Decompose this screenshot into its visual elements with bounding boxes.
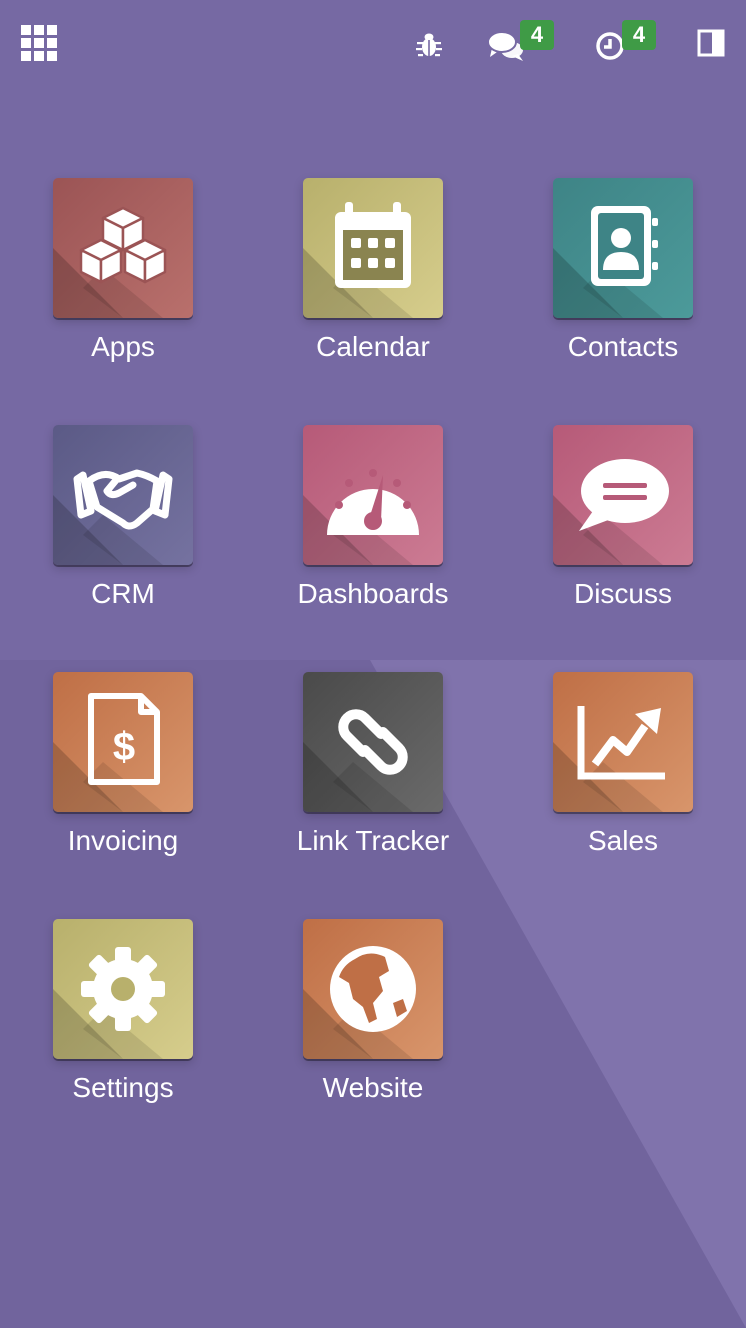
sidebar-toggle-icon — [697, 29, 725, 57]
top-bar: 4 4 — [0, 0, 746, 86]
globe-icon — [330, 946, 416, 1032]
activities-badge: 4 — [622, 20, 656, 50]
gauge-icon — [327, 469, 419, 535]
app-sales[interactable]: Sales — [533, 672, 713, 872]
chat-icon — [488, 31, 523, 61]
app-invoicing[interactable]: $ Invoicing — [33, 672, 213, 872]
app-label-invoicing: Invoicing — [67, 825, 179, 856]
app-website[interactable]: Website — [283, 919, 463, 1119]
app-label-contacts: Contacts — [567, 331, 679, 362]
dashboards-tile — [303, 425, 443, 565]
bug-icon — [416, 33, 442, 57]
trend-chart-icon — [577, 706, 665, 780]
app-label-link-tracker: Link Tracker — [296, 825, 450, 856]
app-discuss[interactable]: Discuss — [533, 425, 713, 625]
app-settings[interactable]: Settings — [33, 919, 213, 1119]
app-label-crm: CRM — [91, 578, 155, 609]
svg-text:$: $ — [113, 725, 135, 769]
settings-tile — [53, 919, 193, 1059]
app-label-website: Website — [322, 1072, 424, 1103]
app-label-dashboards: Dashboards — [297, 578, 449, 609]
app-label-settings: Settings — [72, 1072, 174, 1103]
contacts-tile — [553, 178, 693, 318]
invoicing-tile: $ — [53, 672, 193, 812]
app-link-tracker[interactable]: Link Tracker — [283, 672, 463, 872]
chain-link-icon — [338, 709, 408, 775]
app-calendar[interactable]: Calendar — [283, 178, 463, 378]
app-contacts[interactable]: Contacts — [533, 178, 713, 378]
speech-bubble-icon — [579, 459, 669, 531]
invoice-dollar-icon: $ — [88, 693, 160, 785]
app-label-sales: Sales — [587, 825, 659, 856]
sidebar-toggle-button[interactable] — [694, 26, 728, 60]
gear-icon — [81, 947, 165, 1031]
messages-badge: 4 — [520, 20, 554, 50]
cubes-icon — [79, 206, 167, 284]
app-label-discuss: Discuss — [573, 578, 672, 609]
app-apps[interactable]: Apps — [33, 178, 213, 378]
contact-book-icon — [591, 206, 658, 286]
sales-tile — [553, 672, 693, 812]
calendar-tile — [303, 178, 443, 318]
app-label-apps: Apps — [91, 331, 155, 362]
discuss-tile — [553, 425, 693, 565]
app-menu-button[interactable] — [18, 22, 60, 64]
clock-icon — [596, 32, 624, 60]
app-label-calendar: Calendar — [316, 331, 430, 362]
handshake-icon — [73, 469, 173, 530]
calendar-icon — [335, 202, 411, 288]
app-crm[interactable]: CRM — [33, 425, 213, 625]
grid-icon — [21, 25, 57, 61]
app-dashboards[interactable]: Dashboards — [283, 425, 463, 625]
crm-tile — [53, 425, 193, 565]
website-tile — [303, 919, 443, 1059]
link-tracker-tile — [303, 672, 443, 812]
apps-tile — [53, 178, 193, 318]
debug-button[interactable] — [412, 28, 446, 62]
